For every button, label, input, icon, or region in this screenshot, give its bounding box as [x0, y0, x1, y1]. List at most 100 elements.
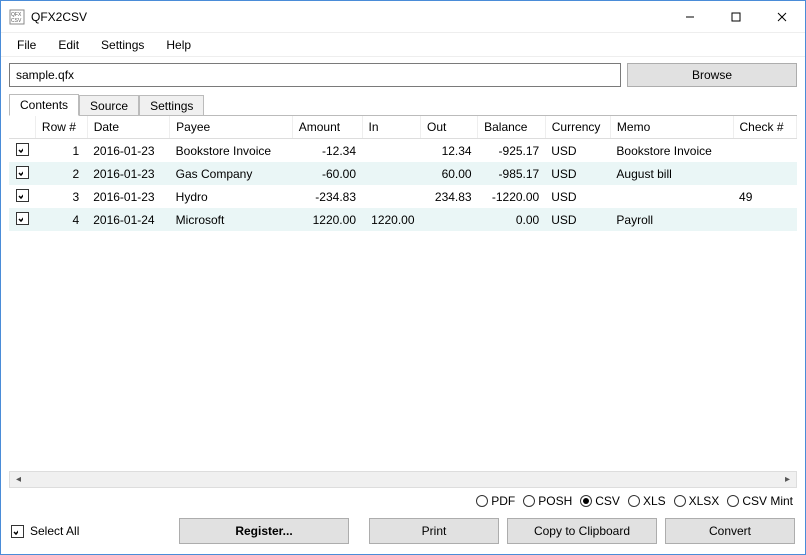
- file-row: Browse: [1, 57, 805, 93]
- print-button[interactable]: Print: [369, 518, 499, 544]
- tab-source[interactable]: Source: [79, 95, 139, 116]
- col-header-checkno[interactable]: Check #: [733, 116, 796, 139]
- format-xlsx-label: XLSX: [689, 494, 720, 508]
- col-header-out[interactable]: Out: [421, 116, 478, 139]
- svg-text:CSV: CSV: [11, 18, 22, 24]
- row-checkbox[interactable]: [16, 189, 29, 202]
- col-header-payee[interactable]: Payee: [170, 116, 293, 139]
- col-header-row[interactable]: Row #: [35, 116, 87, 139]
- cell-amount: -12.34: [292, 139, 362, 163]
- select-all[interactable]: Select All: [11, 524, 171, 538]
- cell-checkno: [733, 139, 796, 163]
- minimize-button[interactable]: [667, 2, 713, 32]
- browse-button[interactable]: Browse: [627, 63, 797, 87]
- cell-payee: Hydro: [170, 185, 293, 208]
- tab-contents[interactable]: Contents: [9, 94, 79, 116]
- cell-checkno: 49: [733, 185, 796, 208]
- format-posh[interactable]: POSH: [523, 494, 572, 508]
- format-csv[interactable]: CSV: [580, 494, 620, 508]
- titlebar: QFXCSV QFX2CSV: [1, 1, 805, 33]
- cell-checkno: [733, 162, 796, 185]
- menu-help[interactable]: Help: [156, 36, 201, 54]
- menu-edit[interactable]: Edit: [48, 36, 89, 54]
- cell-balance: -925.17: [478, 139, 546, 163]
- scroll-right-icon[interactable]: ▸: [779, 474, 796, 485]
- col-header-date[interactable]: Date: [87, 116, 169, 139]
- format-csvmint[interactable]: CSV Mint: [727, 494, 793, 508]
- col-header-balance[interactable]: Balance: [478, 116, 546, 139]
- format-xlsx[interactable]: XLSX: [674, 494, 720, 508]
- cell-date: 2016-01-23: [87, 185, 169, 208]
- format-csvmint-label: CSV Mint: [742, 494, 793, 508]
- tab-settings[interactable]: Settings: [139, 95, 204, 116]
- col-header-memo[interactable]: Memo: [610, 116, 733, 139]
- format-xls-label: XLS: [643, 494, 666, 508]
- table-area: Row # Date Payee Amount In Out Balance C…: [9, 115, 797, 469]
- cell-out: 234.83: [421, 185, 478, 208]
- cell-amount: -60.00: [292, 162, 362, 185]
- cell-memo: Bookstore Invoice: [610, 139, 733, 163]
- cell-out: 12.34: [421, 139, 478, 163]
- format-options: PDF POSH CSV XLS XLSX CSV Mint: [1, 492, 805, 514]
- table-header-row: Row # Date Payee Amount In Out Balance C…: [9, 116, 797, 139]
- cell-date: 2016-01-24: [87, 208, 169, 231]
- tabs: Contents Source Settings: [1, 93, 805, 115]
- col-header-checkbox[interactable]: [9, 116, 35, 139]
- format-xls[interactable]: XLS: [628, 494, 666, 508]
- convert-button[interactable]: Convert: [665, 518, 795, 544]
- cell-in: [362, 185, 421, 208]
- app-window: QFXCSV QFX2CSV File Edit Settings Help B…: [0, 0, 806, 555]
- cell-payee: Bookstore Invoice: [170, 139, 293, 163]
- cell-payee: Gas Company: [170, 162, 293, 185]
- cell-balance: 0.00: [478, 208, 546, 231]
- row-checkbox[interactable]: [16, 166, 29, 179]
- maximize-button[interactable]: [713, 2, 759, 32]
- col-header-in[interactable]: In: [362, 116, 421, 139]
- select-all-label: Select All: [30, 524, 79, 538]
- cell-checkno: [733, 208, 796, 231]
- cell-out: 60.00: [421, 162, 478, 185]
- format-posh-label: POSH: [538, 494, 572, 508]
- scroll-left-icon[interactable]: ◂: [10, 474, 27, 485]
- cell-in: 1220.00: [362, 208, 421, 231]
- cell-date: 2016-01-23: [87, 139, 169, 163]
- transactions-table: Row # Date Payee Amount In Out Balance C…: [9, 116, 797, 231]
- cell-row: 3: [35, 185, 87, 208]
- cell-payee: Microsoft: [170, 208, 293, 231]
- cell-amount: 1220.00: [292, 208, 362, 231]
- cell-amount: -234.83: [292, 185, 362, 208]
- bottom-row: Select All Register... Print Copy to Cli…: [1, 514, 805, 554]
- format-pdf[interactable]: PDF: [476, 494, 515, 508]
- menu-file[interactable]: File: [7, 36, 46, 54]
- cell-in: [362, 139, 421, 163]
- app-icon: QFXCSV: [9, 9, 25, 25]
- cell-currency: USD: [545, 162, 610, 185]
- cell-row: 1: [35, 139, 87, 163]
- table-row[interactable]: 12016-01-23Bookstore Invoice-12.3412.34-…: [9, 139, 797, 163]
- window-controls: [667, 2, 805, 32]
- format-pdf-label: PDF: [491, 494, 515, 508]
- format-csv-label: CSV: [595, 494, 620, 508]
- cell-row: 4: [35, 208, 87, 231]
- menu-settings[interactable]: Settings: [91, 36, 154, 54]
- cell-currency: USD: [545, 208, 610, 231]
- cell-memo: August bill: [610, 162, 733, 185]
- horizontal-scrollbar[interactable]: ◂ ▸: [9, 471, 797, 488]
- cell-balance: -1220.00: [478, 185, 546, 208]
- copy-to-clipboard-button[interactable]: Copy to Clipboard: [507, 518, 657, 544]
- close-button[interactable]: [759, 2, 805, 32]
- cell-memo: Payroll: [610, 208, 733, 231]
- table-row[interactable]: 22016-01-23Gas Company-60.0060.00-985.17…: [9, 162, 797, 185]
- cell-out: [421, 208, 478, 231]
- cell-in: [362, 162, 421, 185]
- cell-date: 2016-01-23: [87, 162, 169, 185]
- select-all-checkbox[interactable]: [11, 525, 24, 538]
- register-button[interactable]: Register...: [179, 518, 349, 544]
- table-row[interactable]: 32016-01-23Hydro-234.83234.83-1220.00USD…: [9, 185, 797, 208]
- row-checkbox[interactable]: [16, 143, 29, 156]
- col-header-currency[interactable]: Currency: [545, 116, 610, 139]
- col-header-amount[interactable]: Amount: [292, 116, 362, 139]
- file-path-input[interactable]: [9, 63, 621, 87]
- table-row[interactable]: 42016-01-24Microsoft1220.001220.000.00US…: [9, 208, 797, 231]
- row-checkbox[interactable]: [16, 212, 29, 225]
